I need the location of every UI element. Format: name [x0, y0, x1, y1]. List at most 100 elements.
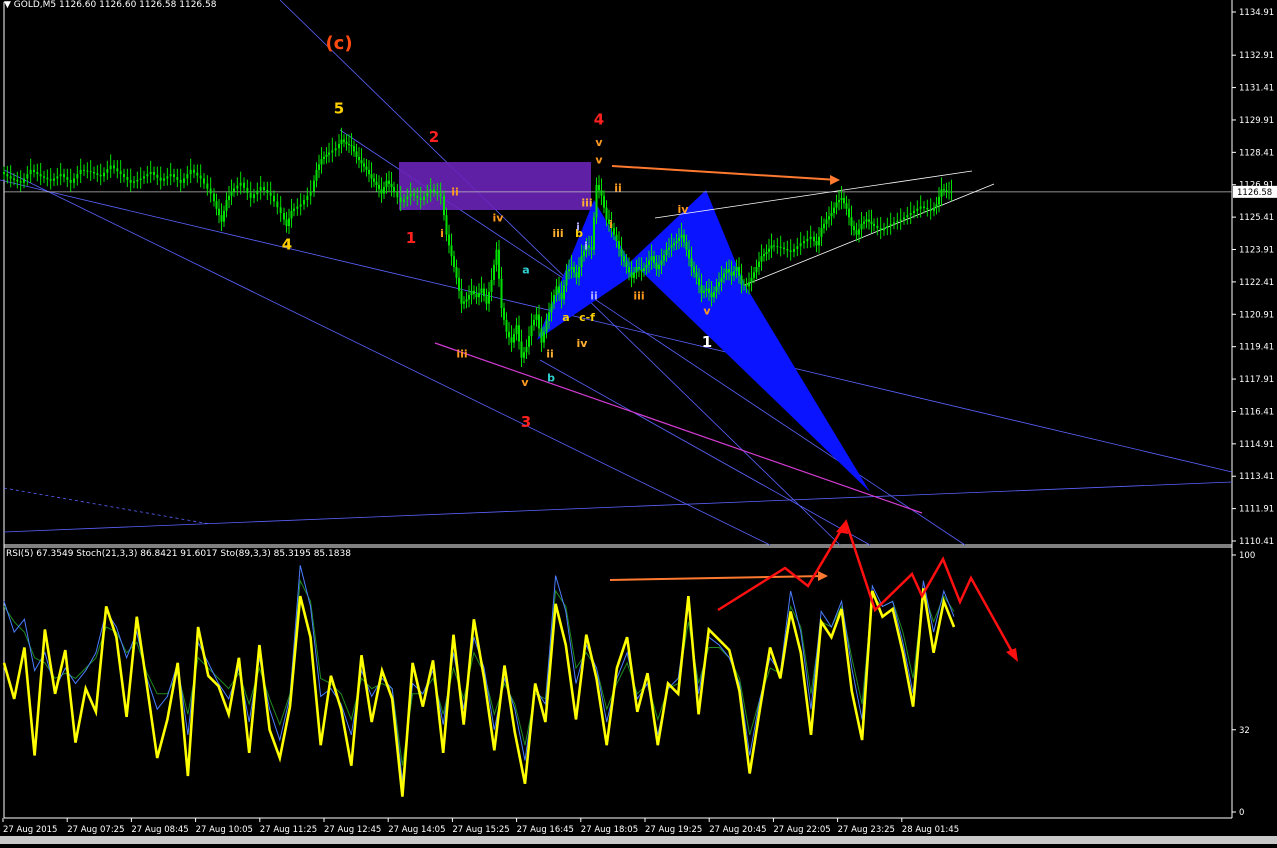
- candle-body: [705, 288, 708, 291]
- wave-label: ii: [590, 289, 598, 302]
- candle-body: [763, 254, 765, 257]
- indicator-tick-label: 32: [1239, 726, 1250, 736]
- candle-body: [813, 236, 815, 242]
- candle-body: [16, 179, 19, 182]
- wave-label: iv: [577, 337, 589, 350]
- candle-body: [365, 166, 368, 170]
- candle-body: [218, 208, 220, 216]
- candle-body: [480, 288, 483, 293]
- candle-body: [783, 247, 785, 250]
- candle-body: [334, 148, 337, 151]
- candle-body: [693, 266, 695, 273]
- trading-chart[interactable]: 1134.91 1132.91 1131.41 1129.91 1128.41 1126.…: [0, 0, 1277, 844]
- candle-body: [500, 278, 503, 309]
- candle-body: [149, 171, 152, 175]
- candle-body: [383, 187, 385, 194]
- horizontal-scrollbar[interactable]: [0, 836, 1277, 844]
- candle-body: [565, 271, 568, 286]
- candle-body: [678, 237, 680, 242]
- candle-body: [508, 331, 510, 338]
- candle-body: [823, 223, 825, 229]
- candle-body: [850, 217, 853, 226]
- candle-body: [478, 292, 480, 298]
- candle-body: [640, 269, 643, 272]
- candle-body: [445, 215, 448, 235]
- candle-body: [740, 275, 743, 285]
- symbol-info-text: GOLD,M5 1126.60 1126.60 1126.58 1126.58: [13, 0, 217, 10]
- candle-body: [673, 243, 675, 246]
- candle-body: [256, 190, 259, 195]
- candle-body: [443, 195, 445, 216]
- candle-body: [845, 203, 848, 209]
- candle-body: [595, 184, 598, 218]
- time-tick-label: 27 Aug 2015: [3, 825, 57, 835]
- candle-body: [236, 185, 239, 189]
- dropdown-triangle-icon[interactable]: ▼: [4, 0, 11, 10]
- candle-body: [293, 208, 295, 211]
- candle-body: [378, 184, 380, 190]
- candle-body: [318, 164, 320, 170]
- price-tick-label: 1120.91: [1239, 310, 1274, 320]
- candle-body: [828, 216, 830, 220]
- candle-body: [273, 195, 275, 202]
- candle-body: [630, 272, 633, 278]
- candle-body: [498, 249, 500, 279]
- indicator-info-label: RSI(5) 67.3549 Stoch(21,3,3) 86.8421 91.…: [6, 549, 351, 559]
- candle-body: [360, 160, 363, 164]
- candle-body: [663, 255, 665, 261]
- candle-body: [750, 277, 753, 283]
- candle-body: [879, 228, 882, 231]
- candle-body: [735, 266, 738, 272]
- candle-body: [809, 236, 812, 239]
- candle-body: [166, 176, 169, 179]
- candle-body: [873, 223, 875, 226]
- candle-body: [176, 177, 179, 180]
- candle-body: [39, 174, 42, 177]
- wave-label: a: [562, 311, 569, 324]
- candle-body: [563, 285, 565, 300]
- candle-body: [728, 269, 730, 273]
- candle-body: [399, 197, 402, 203]
- candle-body: [169, 174, 172, 177]
- candle-body: [303, 200, 305, 205]
- candle-body: [448, 234, 450, 246]
- candle-body: [903, 217, 905, 220]
- candle-body: [146, 174, 149, 177]
- candle-body: [348, 143, 350, 146]
- candle-body: [578, 266, 580, 278]
- candle-body: [848, 208, 850, 218]
- candle-body: [119, 171, 122, 175]
- candle-body: [948, 191, 950, 193]
- candle-body: [223, 210, 225, 222]
- candle-body: [926, 207, 929, 210]
- price-tick-label: 1134.91: [1239, 8, 1274, 18]
- candle-body: [935, 204, 938, 208]
- wave-label: ii: [614, 181, 622, 194]
- time-tick-label: 27 Aug 08:45: [131, 825, 188, 835]
- candle-body: [560, 292, 563, 300]
- candle-body: [515, 325, 518, 334]
- candle-body: [520, 341, 523, 358]
- candle-body: [485, 296, 488, 304]
- candle-body: [660, 260, 663, 265]
- candle-body: [426, 192, 429, 197]
- candle-body: [156, 174, 159, 178]
- wave-label: i: [576, 220, 580, 233]
- candle-body: [276, 201, 279, 208]
- time-tick-label: 27 Aug 15:25: [452, 825, 509, 835]
- candle-body: [338, 143, 340, 149]
- candle-body: [323, 156, 325, 160]
- candle-body: [720, 277, 723, 283]
- candle-body: [745, 285, 748, 287]
- candle-body: [648, 260, 650, 265]
- wave-label: iii: [581, 197, 592, 210]
- price-chart-svg[interactable]: 1134.91 1132.91 1131.41 1129.91 1128.41 1126.…: [0, 0, 1277, 844]
- candle-body: [600, 190, 603, 196]
- candle-body: [643, 268, 645, 272]
- candle-body: [893, 222, 895, 224]
- time-tick-label: 27 Aug 22:05: [773, 825, 830, 835]
- candle-body: [593, 217, 595, 250]
- candle-body: [406, 196, 409, 200]
- candle-body: [843, 197, 845, 204]
- candle-body: [279, 207, 282, 214]
